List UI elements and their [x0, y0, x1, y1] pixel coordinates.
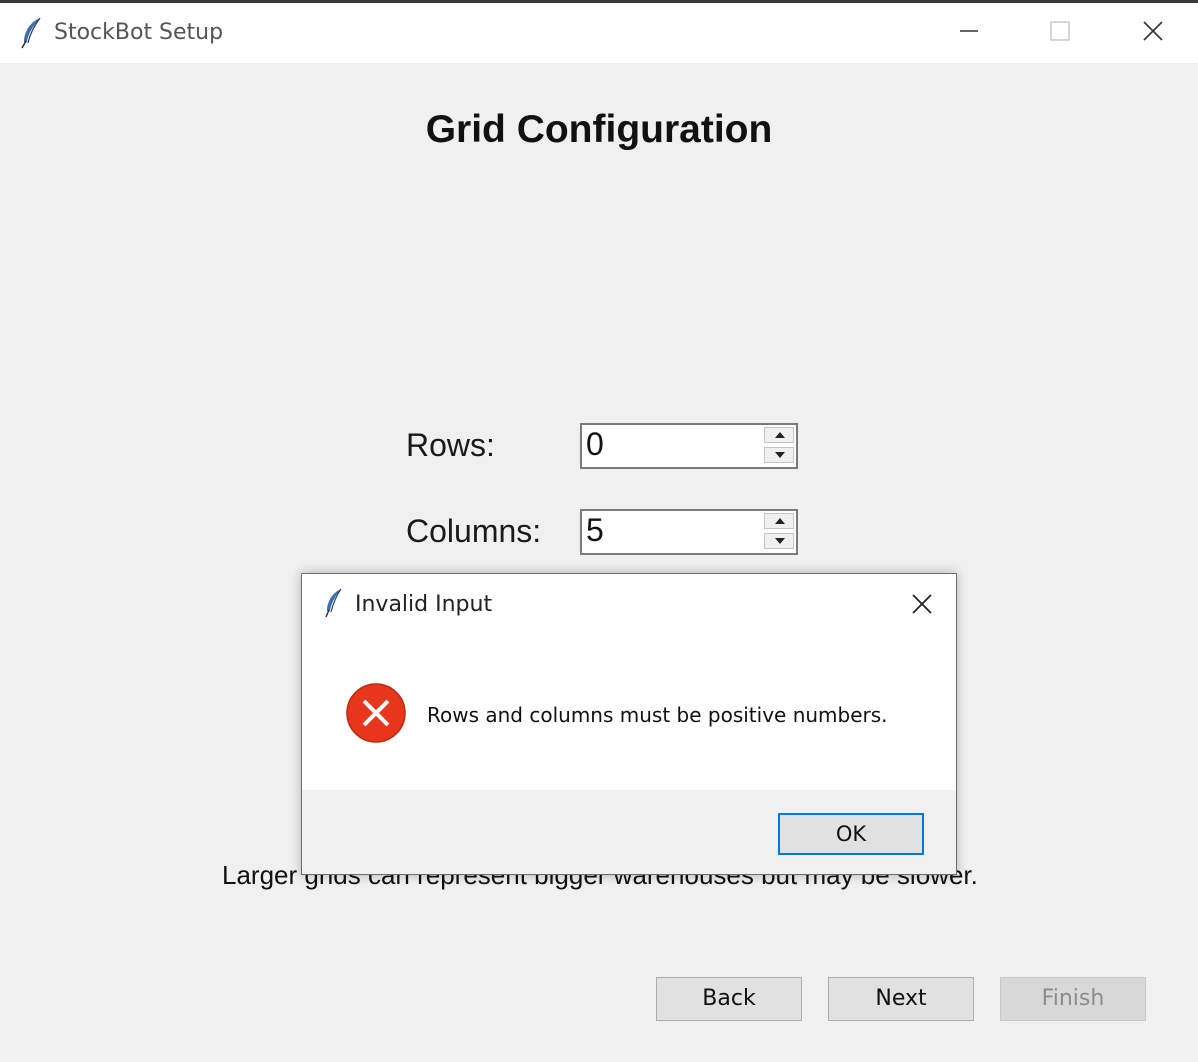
feather-icon	[21, 17, 41, 49]
dialog-message: Rows and columns must be positive number…	[427, 703, 888, 727]
minimize-button[interactable]	[946, 14, 992, 50]
arrow-down-icon	[775, 538, 785, 544]
arrow-up-icon	[775, 432, 785, 438]
rows-spinbox[interactable]: 0	[580, 423, 798, 469]
invalid-input-dialog: Invalid Input Rows and columns must be p…	[301, 573, 957, 875]
maximize-button	[1037, 14, 1083, 50]
next-button[interactable]: Next	[828, 977, 974, 1021]
columns-label: Columns:	[406, 513, 542, 549]
dialog-title: Invalid Input	[355, 592, 493, 617]
columns-decrement-button[interactable]	[764, 533, 794, 549]
columns-value[interactable]: 5	[586, 512, 604, 549]
window-title: StockBot Setup	[54, 20, 224, 45]
dialog-close-button[interactable]	[904, 586, 940, 622]
rows-label: Rows:	[406, 427, 495, 463]
columns-increment-button[interactable]	[764, 513, 794, 529]
title-bar-edge	[0, 0, 1198, 3]
columns-spinbox[interactable]: 5	[580, 509, 798, 555]
rows-decrement-button[interactable]	[764, 447, 794, 463]
back-button[interactable]: Back	[656, 977, 802, 1021]
arrow-up-icon	[775, 518, 785, 524]
minimize-icon	[960, 30, 978, 32]
error-icon	[346, 683, 406, 743]
maximize-icon	[1050, 21, 1070, 41]
rows-value[interactable]: 0	[586, 426, 604, 463]
arrow-down-icon	[775, 452, 785, 458]
finish-button: Finish	[1000, 977, 1146, 1021]
page-title: Grid Configuration	[425, 108, 773, 151]
close-icon	[912, 594, 932, 614]
close-button[interactable]	[1130, 14, 1176, 50]
rows-increment-button[interactable]	[764, 427, 794, 443]
feather-icon	[325, 588, 342, 618]
ok-button[interactable]: OK	[778, 813, 924, 855]
dialog-footer: OK	[302, 790, 956, 874]
title-bar: StockBot Setup	[0, 0, 1198, 63]
close-icon	[1143, 21, 1163, 41]
